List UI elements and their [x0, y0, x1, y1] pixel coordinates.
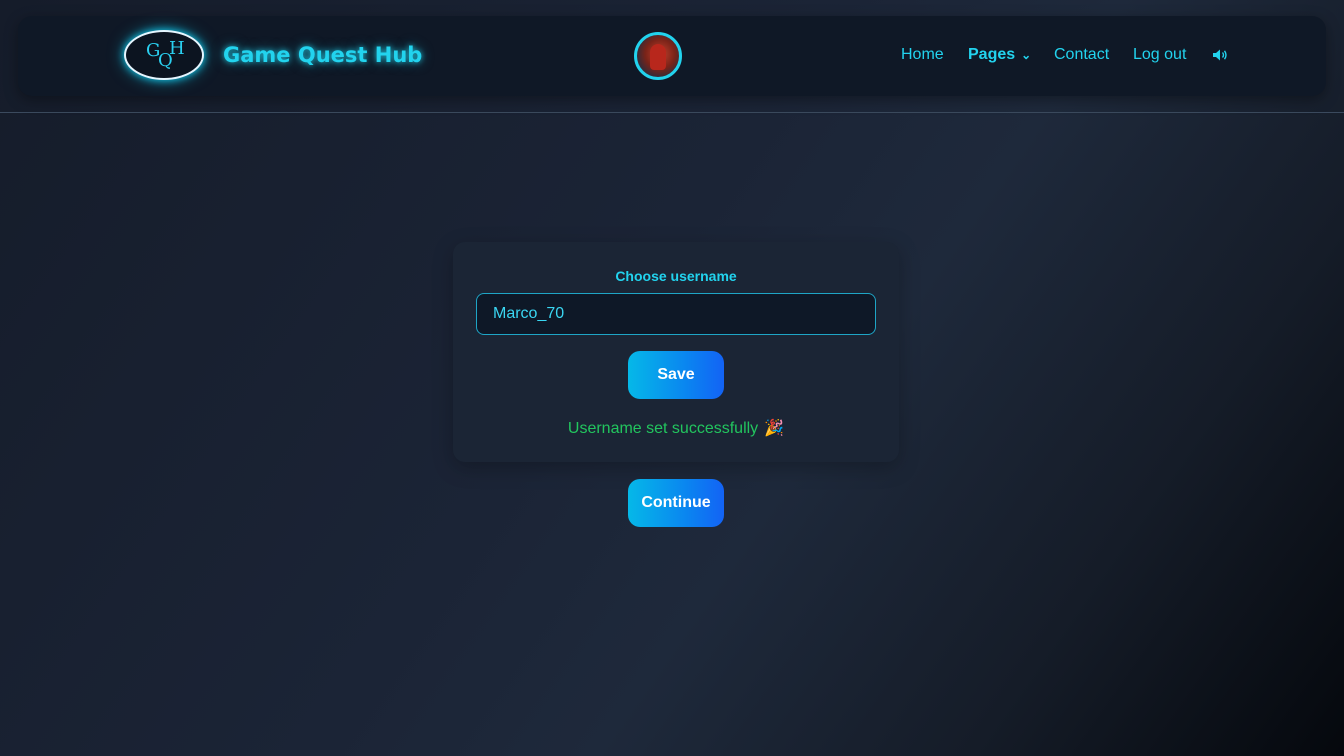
username-card: Choose username Save Username set succes…	[453, 242, 899, 462]
save-button[interactable]: Save	[628, 351, 724, 399]
username-input[interactable]	[476, 293, 876, 335]
speaker-icon-svg	[1213, 49, 1227, 61]
continue-button[interactable]: Continue	[628, 479, 724, 527]
site-logo[interactable]: G Q H	[124, 30, 204, 80]
nav-logout[interactable]: Log out	[1133, 46, 1186, 68]
status-text: Username set successfully	[567, 420, 759, 437]
status-message: Username set successfully 🎉	[453, 418, 899, 438]
brand-title[interactable]: Game Quest Hub	[223, 43, 422, 67]
party-popper-icon: 🎉	[764, 420, 785, 437]
username-label: Choose username	[615, 268, 737, 284]
chevron-down-icon: ⌄	[1021, 48, 1032, 62]
nav-pages-label: Pages	[968, 46, 1016, 63]
user-avatar[interactable]	[634, 32, 682, 80]
avatar-figure	[650, 44, 666, 70]
speaker-icon[interactable]	[1212, 48, 1228, 70]
logo-letter-h: H	[169, 38, 185, 59]
navbar: G Q H Game Quest Hub Home Pages ⌄ Contact…	[18, 16, 1326, 96]
top-bar: G Q H Game Quest Hub Home Pages ⌄ Contact…	[0, 0, 1344, 113]
nav-pages-dropdown[interactable]: Pages ⌄	[968, 46, 1031, 68]
nav-contact[interactable]: Contact	[1054, 46, 1109, 68]
nav-home[interactable]: Home	[901, 46, 944, 68]
